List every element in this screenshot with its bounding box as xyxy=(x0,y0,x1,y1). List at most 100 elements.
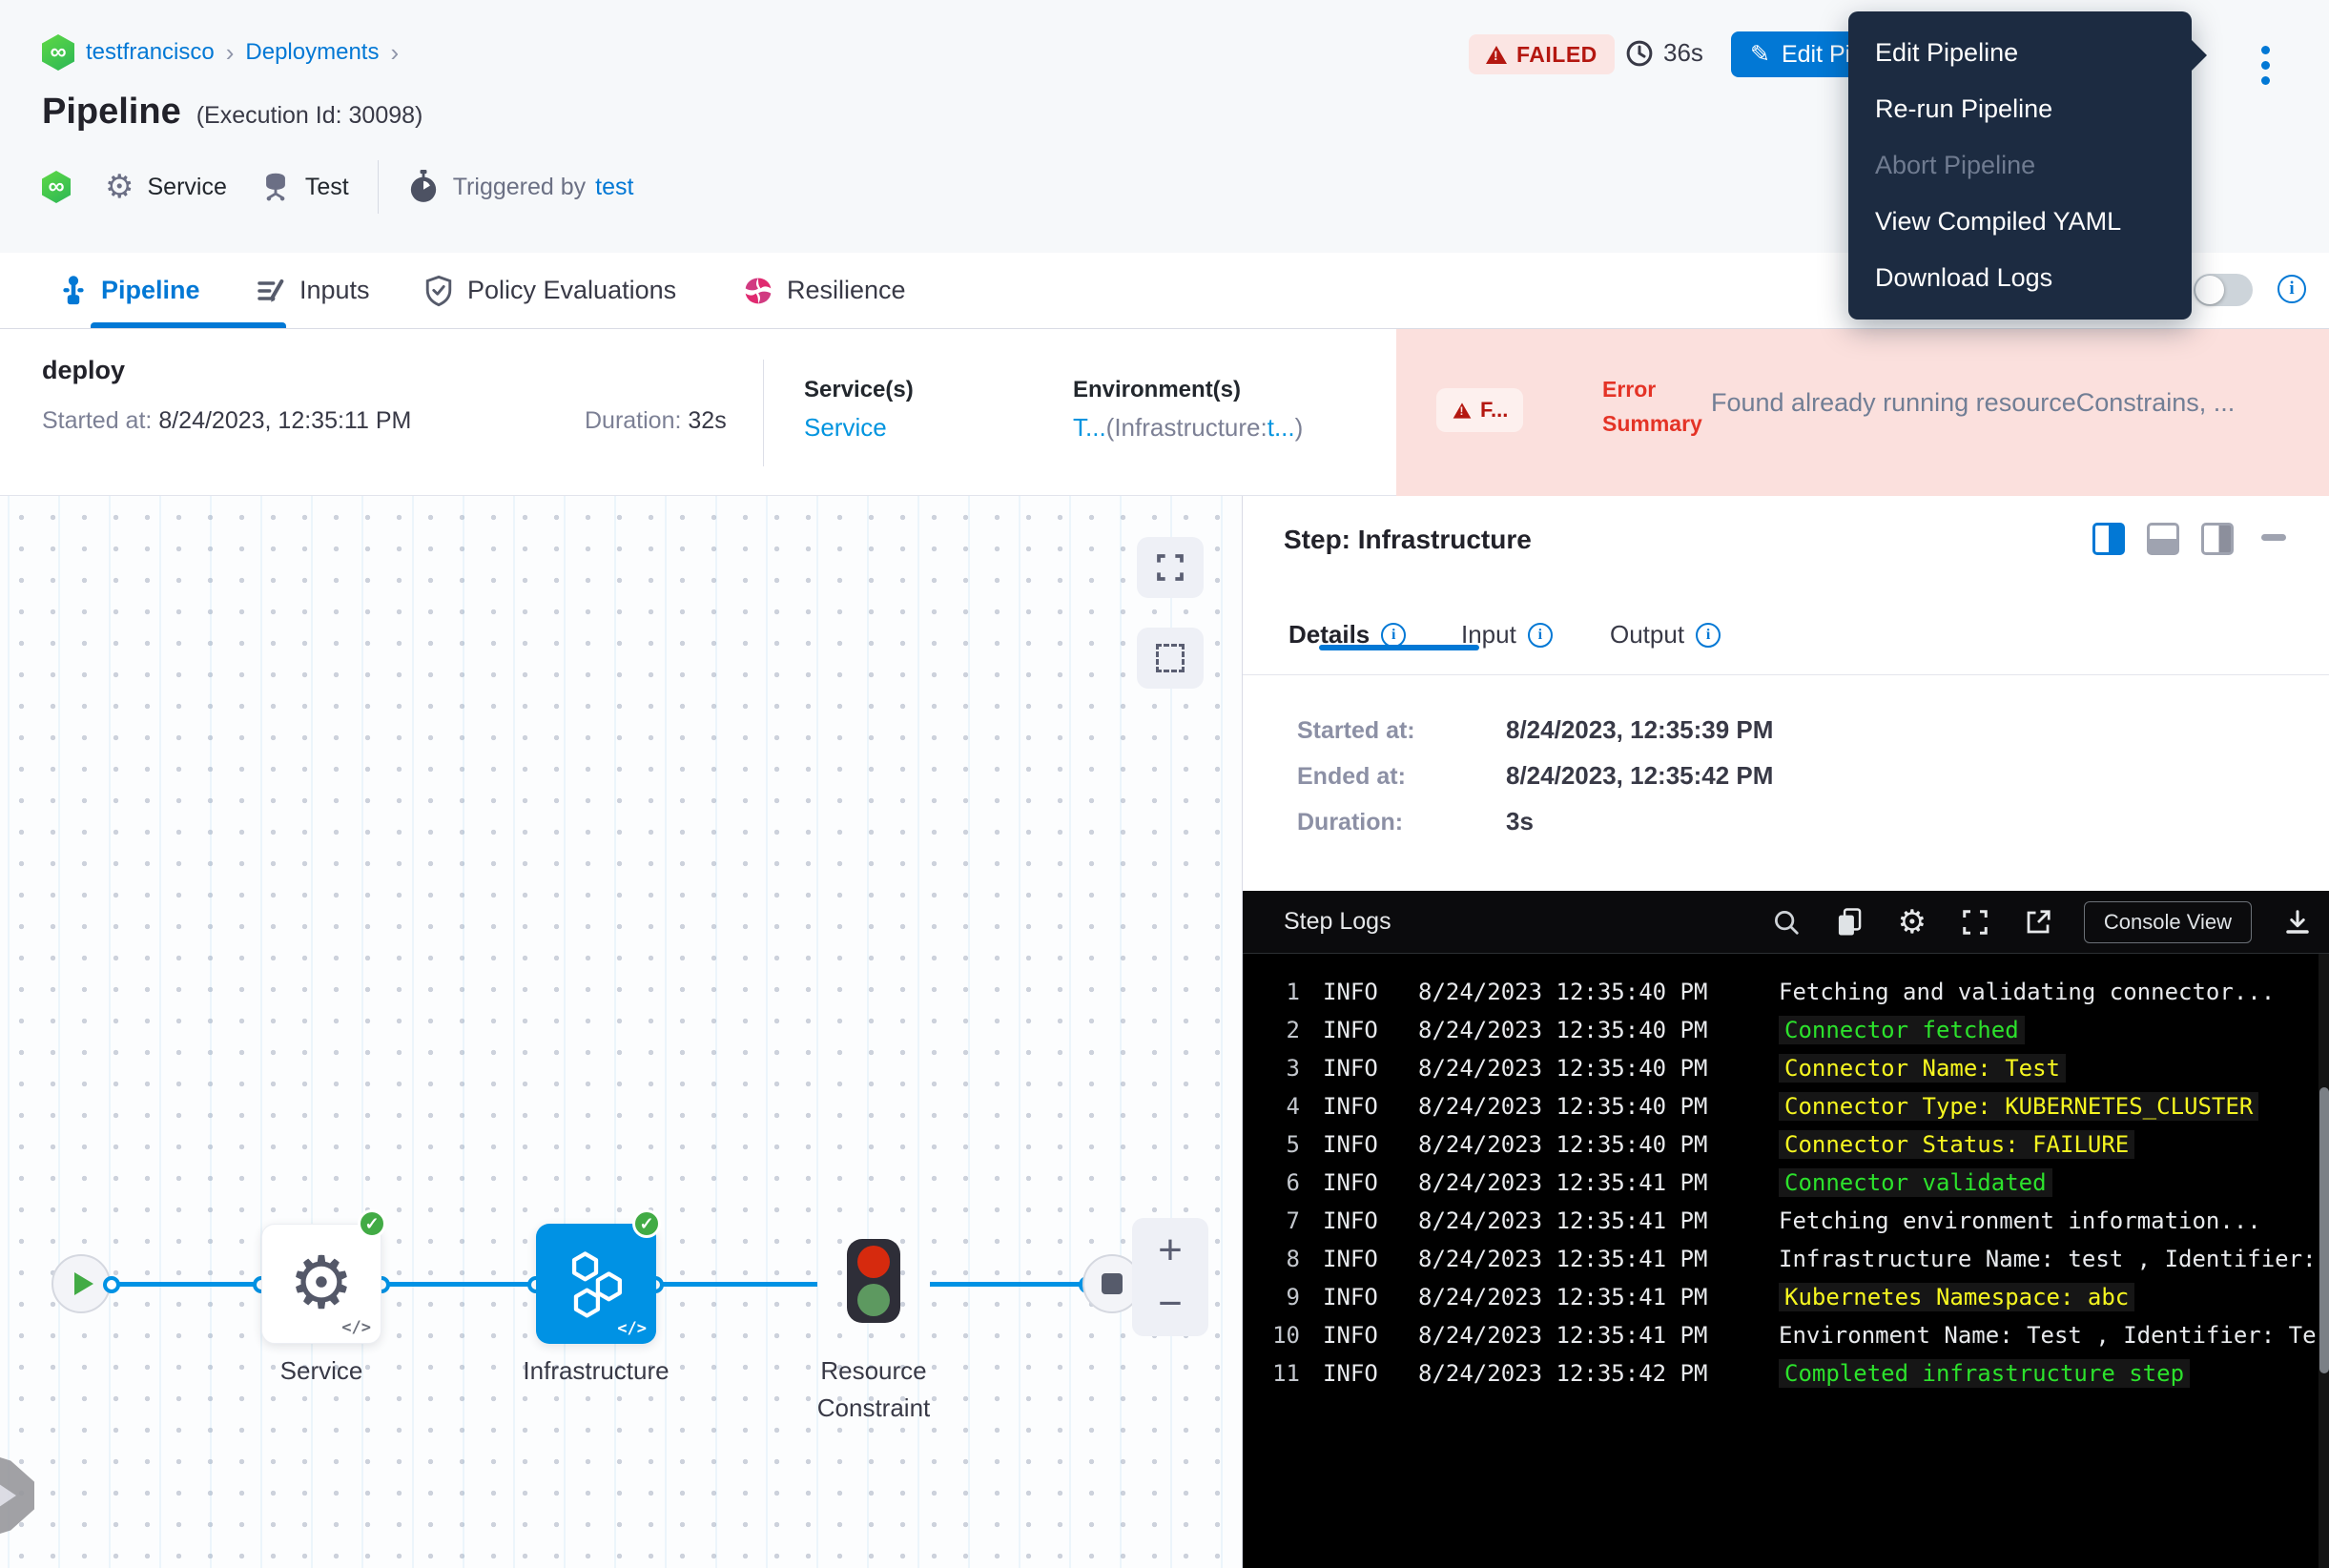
log-message: Completed infrastructure step xyxy=(1779,1359,2190,1388)
menu-item[interactable]: Download Logs xyxy=(1848,250,2192,306)
inputs-icon xyxy=(256,276,286,306)
tab-inputs[interactable]: Inputs xyxy=(256,253,370,328)
log-level: INFO xyxy=(1323,1055,1390,1082)
tab-input[interactable]: Input i xyxy=(1461,620,1553,650)
service-link[interactable]: Service xyxy=(804,413,914,443)
ended-at-label: Ended at: xyxy=(1297,763,1406,791)
status-badge: FAILED xyxy=(1469,34,1615,74)
shield-check-icon xyxy=(423,275,454,307)
tab-details[interactable]: Details i xyxy=(1288,620,1406,650)
log-settings-button[interactable]: ⚙ xyxy=(1895,905,1929,939)
node-service[interactable]: ⚙ </> xyxy=(261,1224,381,1344)
info-icon[interactable]: i xyxy=(2277,275,2306,303)
step-panel-title: Step: Infrastructure xyxy=(1284,525,1532,555)
started-at-value: 8/24/2023, 12:35:39 PM xyxy=(1506,715,1773,745)
chevron-right-icon xyxy=(0,1484,16,1507)
execution-meta-row: ∞ ⚙ Service Test Triggered by test xyxy=(42,160,633,214)
open-in-new-button[interactable] xyxy=(2021,905,2055,939)
layout-sidebar-button[interactable] xyxy=(2201,523,2234,555)
divider xyxy=(763,360,764,466)
tab-output[interactable]: Output i xyxy=(1610,620,1721,650)
meta-environment-name[interactable]: Test xyxy=(305,174,349,201)
node-infrastructure[interactable]: </> xyxy=(536,1224,656,1344)
node-resource-constraint[interactable] xyxy=(847,1239,900,1323)
log-line-number: 8 xyxy=(1243,1246,1300,1272)
log-timestamp: 8/24/2023 12:35:41 PM xyxy=(1418,1169,1716,1196)
pipeline-graph-canvas[interactable]: ⚙ </> ✓ Service </> ✓ Infrastructure Res… xyxy=(0,496,1242,1568)
log-level: INFO xyxy=(1323,1169,1390,1196)
chevron-right-icon: › xyxy=(390,38,399,68)
node-label-service: Service xyxy=(216,1352,426,1390)
log-line: 9 INFO 8/24/2023 12:35:41 PM Kubernetes … xyxy=(1243,1278,2319,1316)
menu-item[interactable]: View Compiled YAML xyxy=(1848,194,2192,250)
log-timestamp: 8/24/2023 12:35:40 PM xyxy=(1418,1093,1716,1120)
started-at-label: Started at: xyxy=(1297,717,1415,745)
code-icon: </> xyxy=(617,1319,647,1338)
menu-item[interactable]: Re-run Pipeline xyxy=(1848,81,2192,137)
error-summary-text[interactable]: Found already running resourceConstrains… xyxy=(1711,388,2321,418)
breadcrumb: ∞ testfrancisco › Deployments › xyxy=(42,34,399,71)
stage-name[interactable]: deploy xyxy=(42,356,125,385)
tab-resilience[interactable]: Resilience xyxy=(743,253,906,328)
log-line-number: 6 xyxy=(1243,1169,1300,1196)
execution-id: (Execution Id: 30098) xyxy=(196,102,423,130)
infrastructure-link[interactable]: t... xyxy=(1268,413,1295,442)
log-message: Connector Name: Test xyxy=(1779,1054,2066,1083)
console-view-button[interactable]: Console View xyxy=(2084,901,2252,943)
log-timestamp: 8/24/2023 12:35:41 PM xyxy=(1418,1284,1716,1310)
harness-logo-icon: ∞ xyxy=(42,171,71,203)
tab-policy-evaluations[interactable]: Policy Evaluations xyxy=(423,253,676,328)
log-message: Environment Name: Test , Identifier: Te xyxy=(1779,1322,2317,1349)
breadcrumb-deployments-link[interactable]: Deployments xyxy=(245,39,379,66)
download-icon xyxy=(2283,908,2312,937)
search-logs-button[interactable] xyxy=(1769,905,1803,939)
download-logs-button[interactable] xyxy=(2280,905,2315,939)
tab-pipeline[interactable]: Pipeline xyxy=(59,253,200,328)
edge xyxy=(930,1282,1094,1287)
log-line-number: 2 xyxy=(1243,1017,1300,1043)
layout-split-right-button[interactable] xyxy=(2092,523,2125,555)
meta-service-name[interactable]: Service xyxy=(147,174,226,201)
log-line: 8 INFO 8/24/2023 12:35:41 PM Infrastruct… xyxy=(1243,1240,2319,1278)
layout-bottom-button[interactable] xyxy=(2147,523,2179,555)
minimize-panel-button[interactable] xyxy=(2261,534,2286,541)
log-timestamp: 8/24/2023 12:35:40 PM xyxy=(1418,1055,1716,1082)
copy-icon xyxy=(1835,907,1864,938)
view-toggle-switch[interactable] xyxy=(2194,274,2253,306)
logs-scrollbar[interactable] xyxy=(2319,954,2329,1568)
zoom-in-button[interactable]: + xyxy=(1158,1229,1183,1271)
triggered-by-value[interactable]: test xyxy=(595,174,633,201)
canvas-marquee-select-button[interactable] xyxy=(1137,628,1204,689)
gear-icon: ⚙ xyxy=(289,1248,354,1320)
more-options-kebab-button[interactable] xyxy=(2249,40,2281,90)
expand-logs-button[interactable] xyxy=(1958,905,1992,939)
menu-item[interactable]: Edit Pipeline xyxy=(1848,25,2192,81)
log-level: INFO xyxy=(1323,979,1390,1005)
log-message: Connector Type: KUBERNETES_CLUSTER xyxy=(1779,1092,2258,1121)
info-icon: i xyxy=(1696,623,1721,648)
left-panel-expand-handle[interactable] xyxy=(0,1450,34,1541)
traffic-light-green xyxy=(857,1284,890,1316)
environment-link[interactable]: T... xyxy=(1073,413,1106,442)
node-label-infrastructure: Infrastructure xyxy=(491,1352,701,1390)
log-level: INFO xyxy=(1323,1131,1390,1158)
pencil-icon: ✎ xyxy=(1750,40,1770,69)
log-line-number: 9 xyxy=(1243,1284,1300,1310)
canvas-fullscreen-button[interactable] xyxy=(1137,537,1204,598)
log-line: 5 INFO 8/24/2023 12:35:40 PM Connector S… xyxy=(1243,1125,2319,1164)
copy-logs-button[interactable] xyxy=(1832,905,1866,939)
logs-scrollbar-thumb[interactable] xyxy=(2319,1087,2329,1373)
stopwatch-icon xyxy=(407,170,440,204)
log-line-number: 1 xyxy=(1243,979,1300,1005)
duration-label: Duration: xyxy=(1297,809,1403,836)
log-lines[interactable]: 1 INFO 8/24/2023 12:35:40 PM Fetching an… xyxy=(1243,954,2319,1568)
chaos-resilience-icon xyxy=(743,276,773,306)
chevron-right-icon: › xyxy=(226,38,235,68)
zoom-out-button[interactable]: − xyxy=(1158,1283,1183,1325)
log-level: INFO xyxy=(1323,1017,1390,1043)
breadcrumb-project-link[interactable]: testfrancisco xyxy=(86,39,215,66)
error-summary-panel: F... Error Summary Found already running… xyxy=(1396,329,2329,496)
log-line: 2 INFO 8/24/2023 12:35:40 PM Connector f… xyxy=(1243,1011,2319,1049)
infrastructure-hexagons-icon xyxy=(555,1243,637,1325)
search-icon xyxy=(1772,908,1801,937)
